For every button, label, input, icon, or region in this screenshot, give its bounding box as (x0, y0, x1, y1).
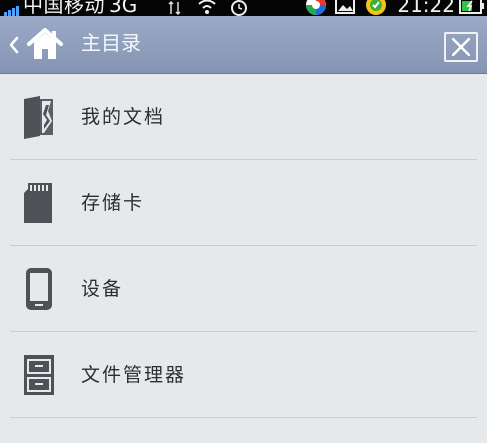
security-app-icon (366, 0, 386, 15)
list-item-sd-card[interactable]: 存储卡 (0, 160, 487, 246)
alarm-icon (231, 0, 247, 16)
divider (10, 417, 477, 418)
list-item-my-documents[interactable]: 我的文档 (0, 74, 487, 160)
image-notification-icon (335, 0, 355, 14)
home-icon[interactable] (26, 27, 64, 61)
signal-strength-icon (4, 0, 19, 16)
sd-card-icon (24, 183, 52, 223)
list-item-file-manager[interactable]: 文件管理器 (0, 332, 487, 418)
list-item-label: 存储卡 (81, 192, 145, 214)
page-title: 主目录 (81, 31, 141, 55)
network-type: 3G (109, 0, 138, 16)
file-cabinet-icon (24, 355, 54, 395)
title-bar: 主目录 (0, 16, 487, 74)
close-icon (452, 38, 470, 56)
documents-icon (24, 96, 53, 139)
status-bar: 中国移动 3G 21:22 (0, 0, 487, 16)
close-button[interactable] (444, 32, 478, 62)
carrier-name: 中国移动 (23, 0, 105, 16)
wifi-icon (198, 0, 216, 14)
battery-icon (459, 0, 484, 14)
back-chevron-icon[interactable] (8, 35, 20, 55)
list-item-label: 设备 (81, 278, 124, 300)
app-notification-icon (306, 0, 326, 15)
list-item-label: 我的文档 (81, 106, 166, 128)
data-transfer-icon (168, 0, 181, 16)
phone-device-icon (26, 268, 52, 310)
list-item-device[interactable]: 设备 (0, 246, 487, 332)
directory-list: 我的文档 存储卡 设备 文件管理器 (0, 74, 487, 418)
list-item-label: 文件管理器 (81, 364, 187, 386)
status-clock: 21:22 (397, 0, 455, 16)
